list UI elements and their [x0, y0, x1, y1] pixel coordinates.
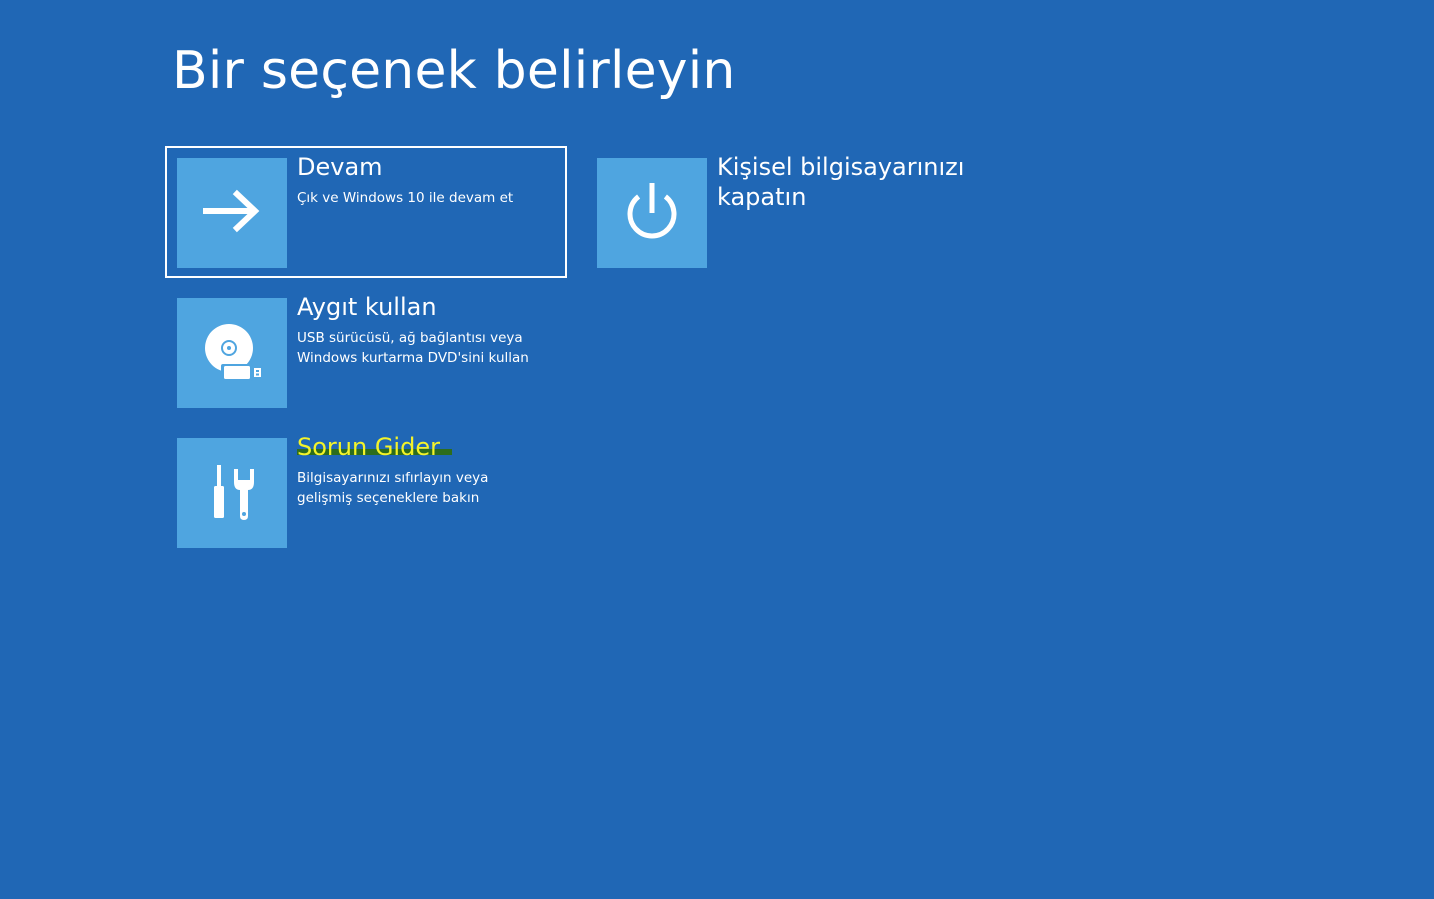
page-title: Bir seçenek belirleyin [172, 41, 736, 101]
option-use-device[interactable]: Aygıt kullan USB sürücüsü, ağ bağlantısı… [165, 286, 567, 418]
option-troubleshoot-tile [177, 438, 287, 548]
option-use-device-description: USB sürücüsü, ağ bağlantısı veya Windows… [297, 330, 529, 366]
option-use-device-tile [177, 298, 287, 408]
option-shutdown-tile [597, 158, 707, 268]
option-troubleshoot[interactable]: Sorun Gider Bilgisayarınızı sıfırlayın v… [165, 426, 567, 558]
option-use-device-title: Aygıt kullan [297, 293, 437, 321]
option-shutdown-title: Kişisel bilgisayarınızı kapatın [717, 153, 965, 211]
power-icon [627, 183, 677, 239]
option-continue-description: Çık ve Windows 10 ile devam et [297, 190, 514, 206]
disc-usb-icon [205, 324, 262, 381]
arrow-right-icon [203, 189, 260, 233]
option-continue-title: Devam [297, 153, 383, 181]
option-continue-tile [177, 158, 287, 268]
option-troubleshoot-title: Sorun Gider [297, 432, 452, 462]
option-continue[interactable]: Devam Çık ve Windows 10 ile devam et [165, 146, 567, 278]
option-troubleshoot-description: Bilgisayarınızı sıfırlayın veya gelişmiş… [297, 470, 489, 506]
option-shutdown[interactable]: Kişisel bilgisayarınızı kapatın [585, 146, 987, 278]
tools-icon [214, 465, 254, 520]
recovery-screen: Bir seçenek belirleyin Devam Çık ve Wind… [0, 0, 1434, 899]
